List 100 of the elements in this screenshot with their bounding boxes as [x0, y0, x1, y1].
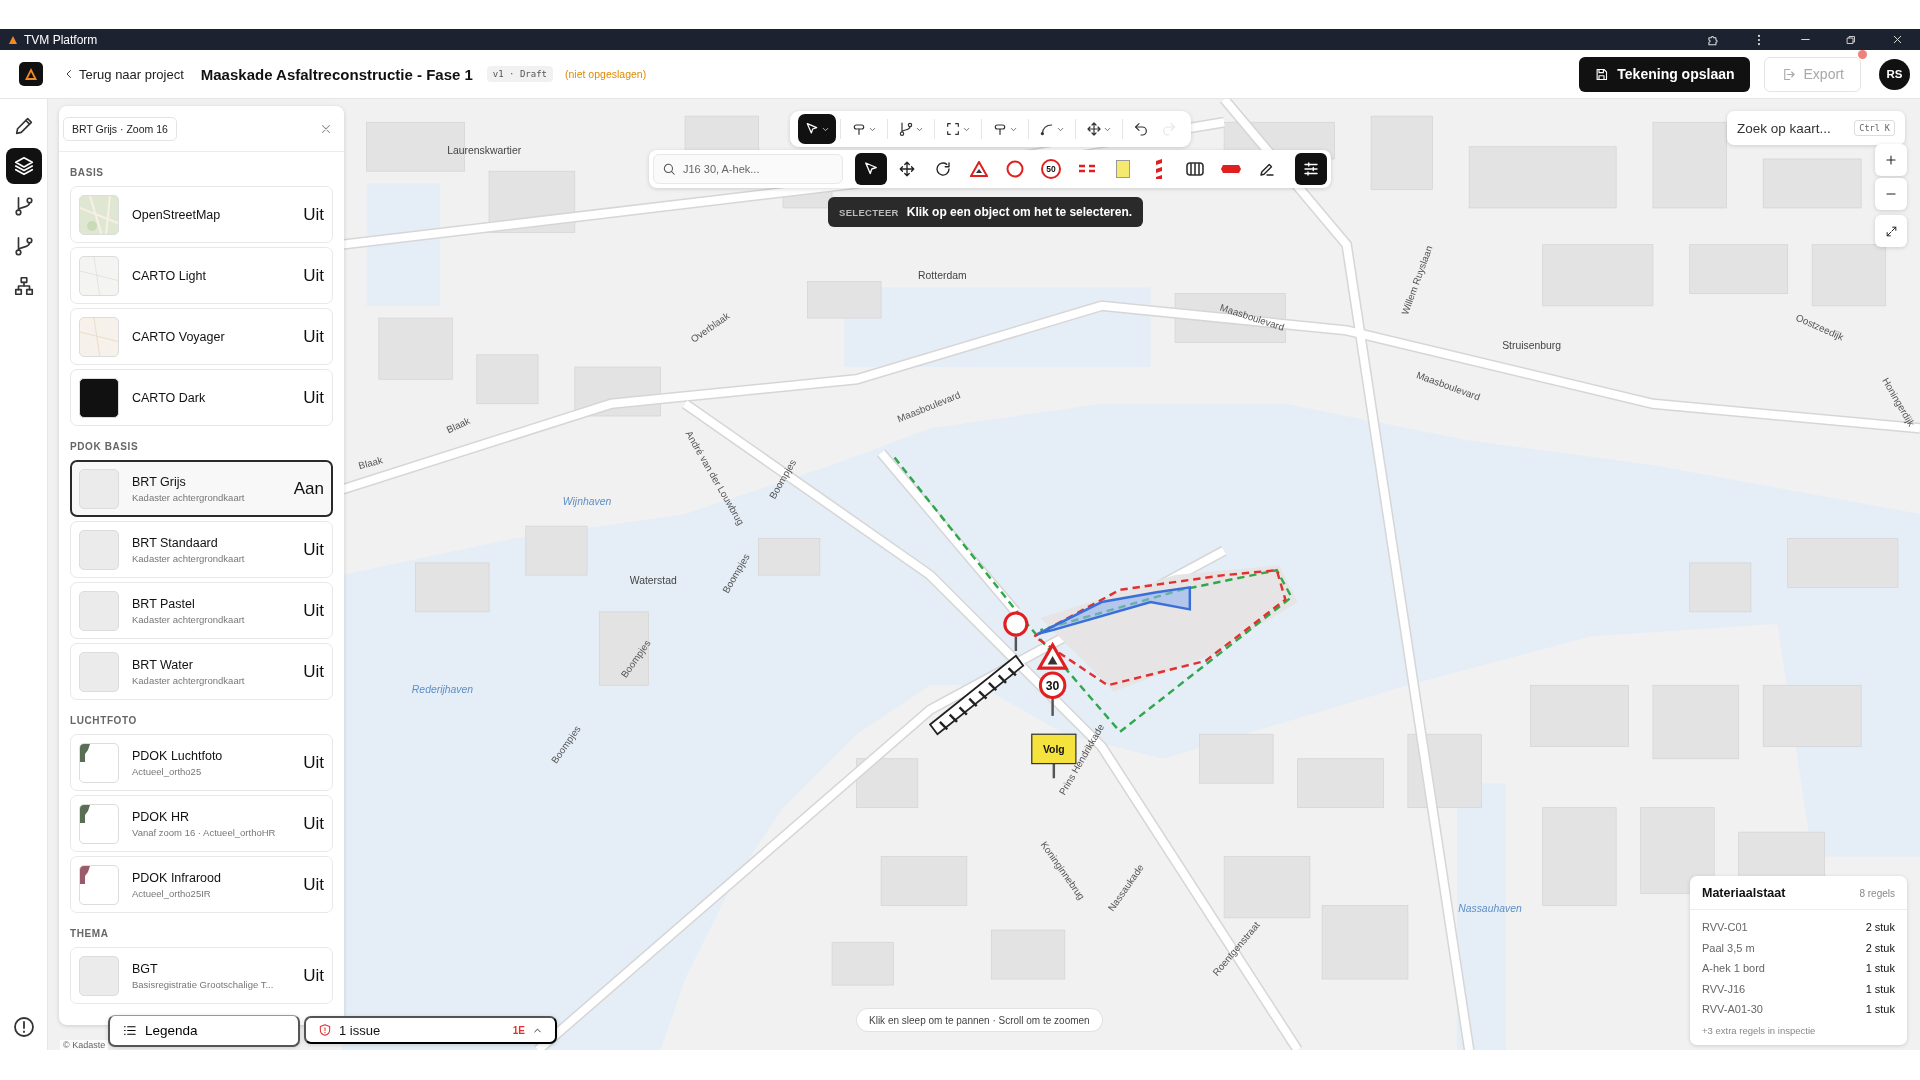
- layer-option[interactable]: PDOK Infrarood Actueel_ortho25IR Uit: [70, 856, 333, 913]
- warning-sign-drawing: [1036, 641, 1069, 670]
- layer-option[interactable]: BRT Grijs Kadaster achtergrondkaart Aan: [70, 460, 333, 517]
- save-icon: [1594, 66, 1610, 82]
- building: [1689, 562, 1752, 613]
- warning-sign-icon: [970, 161, 988, 177]
- layer-thumbnail: [79, 316, 119, 357]
- building: [525, 525, 588, 576]
- back-link[interactable]: Terug naar project: [63, 66, 184, 82]
- map-hint: Klik en sleep om te pannen · Scroll om te zoomen: [857, 1009, 1102, 1031]
- speed-limit-sign: 50: [1041, 159, 1061, 179]
- zoom-in-button[interactable]: [1875, 144, 1907, 176]
- layer-option[interactable]: CARTO Dark Uit: [70, 369, 333, 426]
- section-title: PDOK BASIS: [70, 441, 140, 452]
- material-name: A-hek 1 bord: [1702, 962, 1765, 975]
- material-quantity: 1 stuk: [1865, 982, 1895, 995]
- branch-icon: [12, 235, 35, 257]
- save-button[interactable]: Tekening opslaan: [1579, 56, 1750, 92]
- save-status: (niet opgeslagen): [565, 68, 647, 80]
- lane-markings-icon: [1078, 163, 1096, 175]
- plus-icon: [1884, 153, 1898, 167]
- material-name: RVV-C01: [1702, 921, 1748, 934]
- app-logo-icon[interactable]: [19, 62, 43, 86]
- layer-option[interactable]: BRT Water Kadaster achtergrondkaart Uit: [70, 643, 333, 700]
- tooltip-text: Klik op een object om het te selecteren.: [906, 205, 1133, 219]
- app-logo-icon: [8, 34, 18, 45]
- map-label: Rederijhaven: [411, 683, 474, 695]
- building: [856, 758, 919, 809]
- issues-button[interactable]: 1 issue 1E: [304, 1016, 557, 1044]
- layer-thumbnail: [79, 194, 119, 235]
- section-title: LUCHTFOTO: [70, 715, 138, 726]
- layer-option[interactable]: BRT Pastel Kadaster achtergrondkaart Uit: [70, 582, 333, 639]
- map-label: Laurenskwartier: [447, 145, 522, 157]
- sliders-icon: [1302, 160, 1320, 178]
- map-label: Nassauhaven: [1458, 902, 1522, 914]
- settings-tool[interactable]: [1295, 153, 1327, 185]
- search-icon: [662, 162, 676, 176]
- section-title: BASIS: [70, 167, 105, 178]
- layer-thumbnail: [79, 651, 119, 692]
- layer-thumbnail: [79, 468, 119, 509]
- map-search-field[interactable]: Zoek op kaart... Ctrl K: [1727, 111, 1905, 145]
- map-label: Struisenburg: [1502, 339, 1562, 351]
- layer-thumbnail: [79, 590, 119, 631]
- material-quantity: 2 stuk: [1865, 941, 1895, 954]
- building: [831, 941, 894, 986]
- expand-icon: [1884, 224, 1898, 238]
- board-sign-icon: [1116, 160, 1130, 178]
- map-label: Wijnhaven: [562, 496, 612, 508]
- map-label: Waterstad: [629, 574, 677, 586]
- layer-option[interactable]: OpenStreetMap Uit: [70, 186, 333, 243]
- map-label: Rotterdam: [918, 269, 967, 281]
- tool-mode-label: SELECTEER: [839, 206, 899, 218]
- search-field[interactable]: J16 30, A-hek...: [653, 154, 843, 184]
- building: [476, 354, 539, 405]
- cursor-tool[interactable]: [798, 114, 836, 144]
- pointer-tool[interactable]: [855, 153, 887, 185]
- speed-limit-value: 30: [1045, 679, 1060, 694]
- section-title: THEMA: [70, 928, 110, 939]
- layer-thumbnail: [79, 529, 119, 570]
- move-icon: [898, 160, 916, 178]
- layers-icon: [12, 155, 35, 177]
- material-name: RVV-J16: [1702, 982, 1746, 995]
- version-badge: v1 · Draft: [486, 66, 554, 82]
- basemap-chip: BRT Grijs · Zoom 16: [63, 116, 177, 141]
- fence-icon: [1186, 161, 1204, 177]
- prohibition-sign-icon: [1006, 160, 1024, 178]
- material-quantity: 1 stuk: [1865, 962, 1895, 975]
- building: [758, 538, 821, 576]
- rotate-icon: [934, 160, 952, 178]
- layer-option[interactable]: BGT Basisregistratie Grootschalige T... Uit: [70, 947, 333, 1004]
- speed-limit-sign-drawing: [1038, 671, 1067, 716]
- user-avatar[interactable]: RS: [1879, 58, 1910, 90]
- barrier-icon: [1221, 164, 1241, 174]
- alert-icon: [11, 1015, 36, 1039]
- material-quantity: 2 stuk: [1865, 921, 1895, 934]
- row-count: 8 regels: [1859, 887, 1895, 899]
- speed-tool[interactable]: 50: [1035, 153, 1067, 185]
- panel-title: Materiaalstaat: [1702, 886, 1786, 900]
- restore-icon: [1845, 33, 1857, 46]
- material-name: RVV-A01-30: [1702, 1003, 1763, 1016]
- map-label: Blaak: [357, 454, 384, 472]
- list-icon: [122, 1023, 137, 1038]
- layer-thumbnail: [79, 377, 119, 418]
- legend-button[interactable]: Legenda: [108, 1015, 300, 1047]
- material-name: Paal 3,5 m: [1702, 941, 1755, 954]
- layer-option[interactable]: CARTO Voyager Uit: [70, 308, 333, 365]
- layer-option[interactable]: PDOK HR Vanaf zoom 16 · Actueel_orthoHR Uit: [70, 795, 333, 852]
- shortcut-hint: Ctrl K: [1854, 120, 1895, 136]
- map-attribution: © Kadaste: [60, 1040, 109, 1050]
- prohibition-sign-drawing: [1003, 611, 1029, 651]
- shield-alert-icon: [318, 1023, 332, 1037]
- layers-tab[interactable]: [5, 148, 42, 184]
- project-title: Maaskade Asfaltreconstructie - Fase 1: [200, 65, 473, 83]
- layer-option[interactable]: PDOK Luchtfoto Actueel_ortho25 Uit: [70, 734, 333, 791]
- material-quantity: 1 stuk: [1865, 1003, 1895, 1016]
- layer-thumbnail: [79, 255, 119, 296]
- layer-option[interactable]: BRT Standaard Kadaster achtergrondkaart Uit: [70, 521, 333, 578]
- map-label: Blaak: [444, 414, 472, 436]
- window-title: TVM Platform: [24, 32, 98, 47]
- layer-option[interactable]: CARTO Light Uit: [70, 247, 333, 304]
